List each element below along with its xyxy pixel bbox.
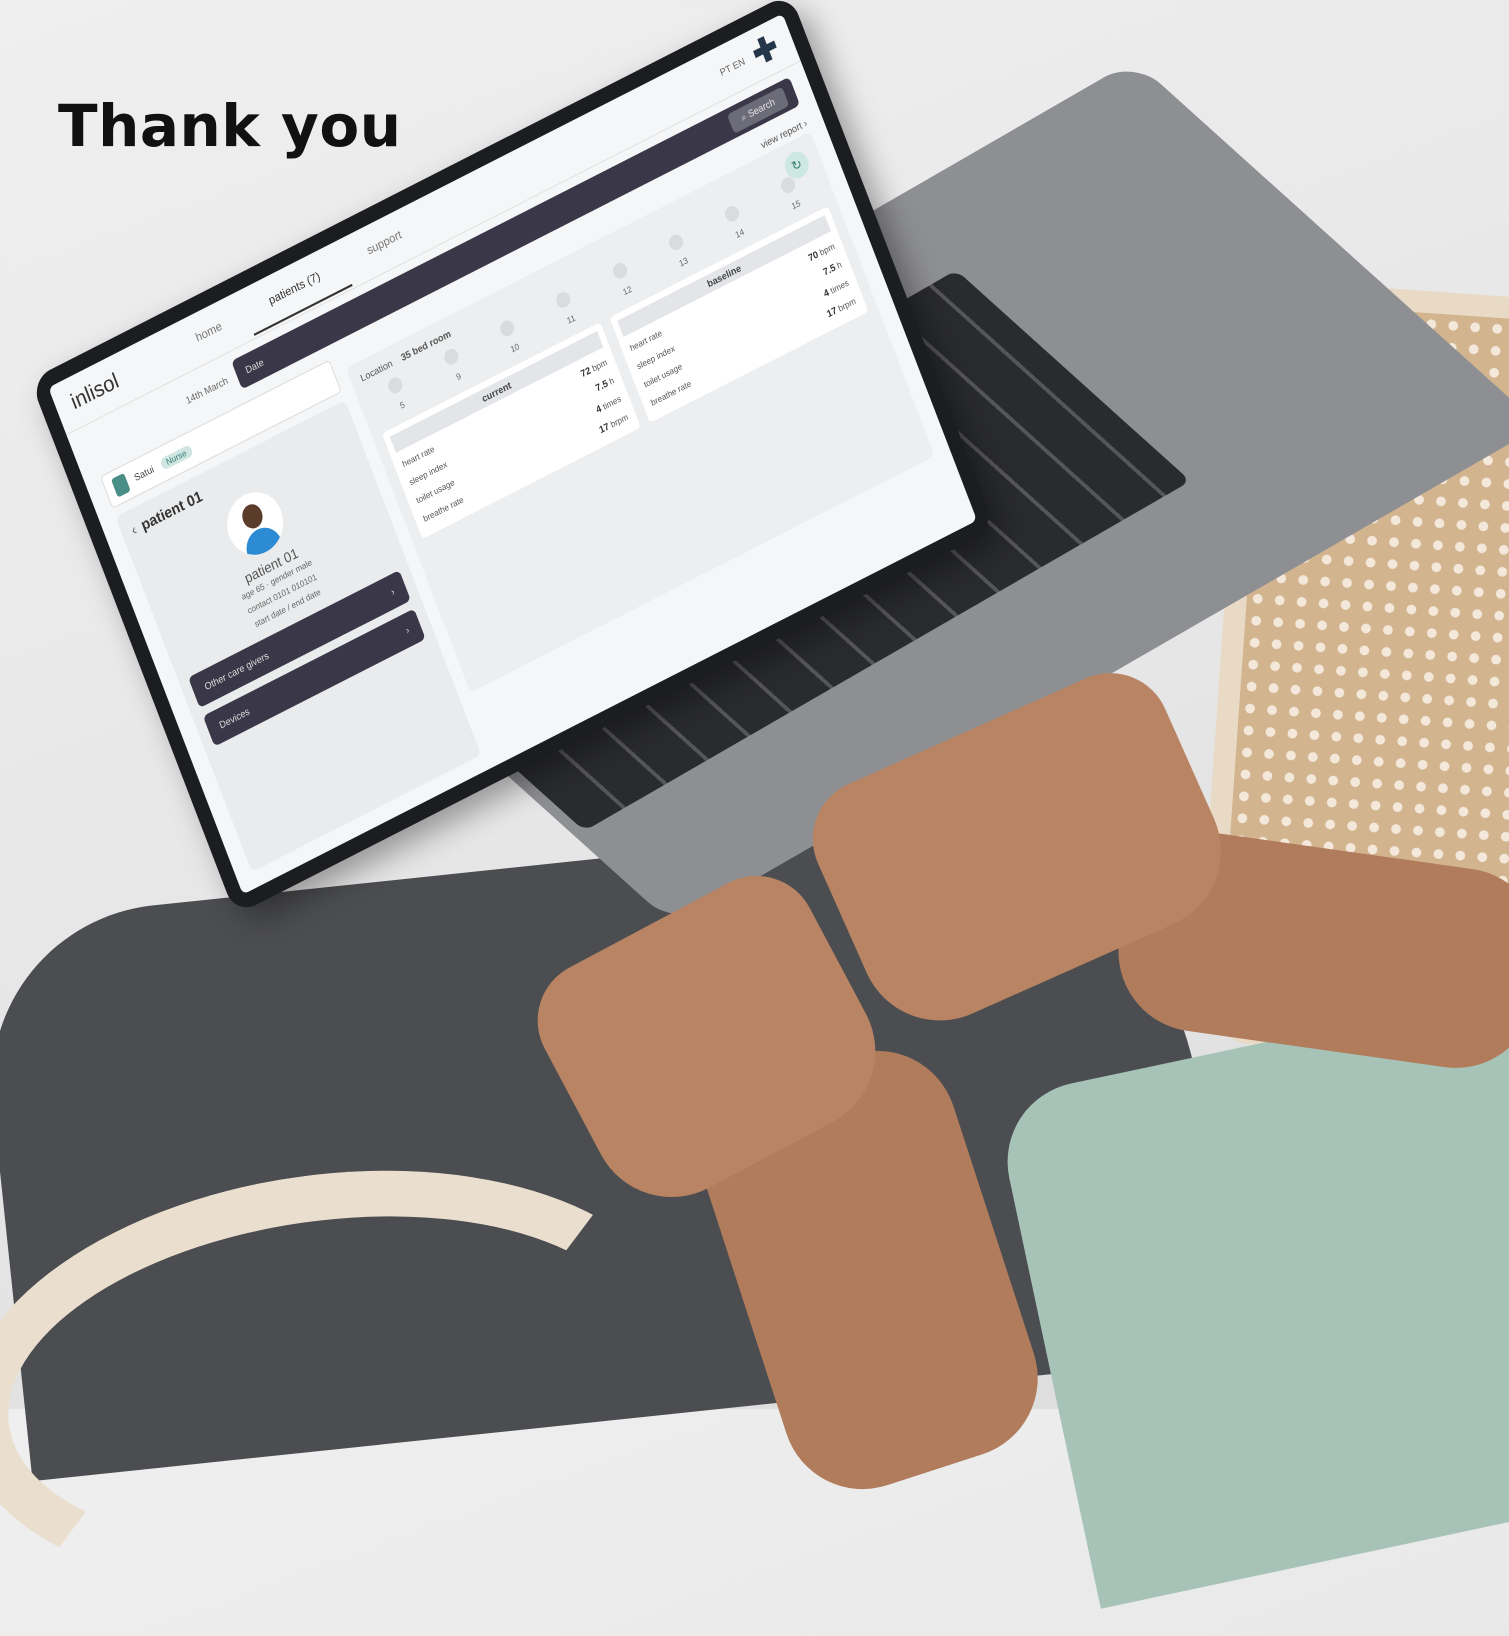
chevron-right-icon: ›: [404, 624, 411, 636]
stat-unit: h: [607, 375, 616, 387]
language-switch[interactable]: PT EN: [718, 56, 746, 78]
brand-cross-icon: ✚: [747, 27, 784, 73]
back-chevron-icon[interactable]: ‹: [129, 520, 140, 538]
patient-title: patient 01: [138, 486, 205, 534]
headline: Thank you: [58, 92, 402, 160]
stat-unit: brpm: [836, 296, 858, 314]
user-name: Satui: [132, 463, 156, 484]
chevron-right-icon: ›: [802, 117, 809, 129]
stat-unit: brpm: [609, 412, 630, 430]
stat-value: 17: [597, 420, 611, 436]
devices-label: Devices: [217, 705, 252, 731]
role-badge: Nurse: [158, 443, 194, 471]
stat-value: 17: [825, 304, 839, 320]
stat-value: 7.5: [594, 377, 610, 394]
chevron-right-icon: ›: [389, 585, 396, 598]
user-avatar: [110, 472, 131, 498]
search-label: Search: [746, 95, 777, 120]
stat-value: 7.5: [821, 261, 837, 278]
stat-unit: h: [835, 259, 844, 271]
date-filter[interactable]: Date: [244, 357, 265, 376]
